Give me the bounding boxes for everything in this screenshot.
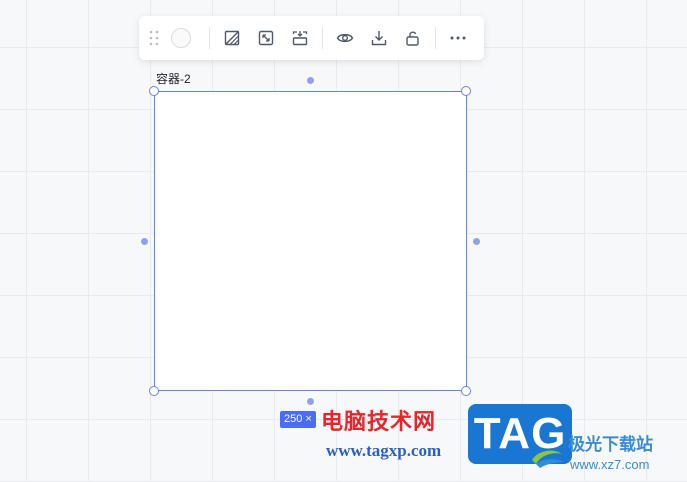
visibility-eye-icon: [336, 33, 354, 43]
fit-size-button[interactable]: [251, 23, 281, 53]
container-name-label[interactable]: 容器-2: [156, 70, 191, 87]
watermark-site-url: www.xz7.com: [570, 457, 650, 472]
watermark-cn-text: 电脑技术网: [321, 410, 437, 435]
download-icon: [371, 31, 387, 46]
download-button[interactable]: [364, 23, 394, 53]
lock-button[interactable]: [398, 23, 428, 53]
watermark-swirl-icon: [532, 450, 564, 468]
resize-handle-bottom-left[interactable]: [149, 386, 159, 396]
unlock-icon: [406, 31, 419, 46]
shape-style-button[interactable]: [217, 23, 247, 53]
resize-handle-bottom[interactable]: [307, 398, 314, 405]
resize-handle-top[interactable]: [307, 77, 314, 84]
watermark-site-name: 极光下载站: [568, 435, 653, 455]
drag-handle-icon[interactable]: [147, 28, 161, 48]
more-button[interactable]: [443, 23, 473, 53]
element-toolbar: [139, 16, 484, 60]
watermark-url: www.tagxp.com: [326, 441, 442, 460]
toolbar-divider: [435, 27, 436, 49]
more-icon: [450, 36, 466, 40]
resize-handle-bottom-right[interactable]: [461, 386, 471, 396]
align-icon: [292, 31, 308, 46]
shape-style-icon: [224, 30, 240, 46]
resize-handle-top-left[interactable]: [149, 86, 159, 96]
size-badge: 250 ×: [280, 411, 316, 428]
resize-handle-top-right[interactable]: [461, 86, 471, 96]
resize-handle-left[interactable]: [141, 238, 148, 245]
visibility-button[interactable]: [330, 23, 360, 53]
align-button[interactable]: [285, 23, 315, 53]
toolbar-divider: [322, 27, 323, 49]
fit-size-icon: [258, 30, 274, 46]
toolbar-divider: [209, 27, 210, 49]
resize-handle-right[interactable]: [473, 238, 480, 245]
fill-color-swatch[interactable]: [171, 28, 191, 48]
selected-container[interactable]: [154, 91, 467, 391]
